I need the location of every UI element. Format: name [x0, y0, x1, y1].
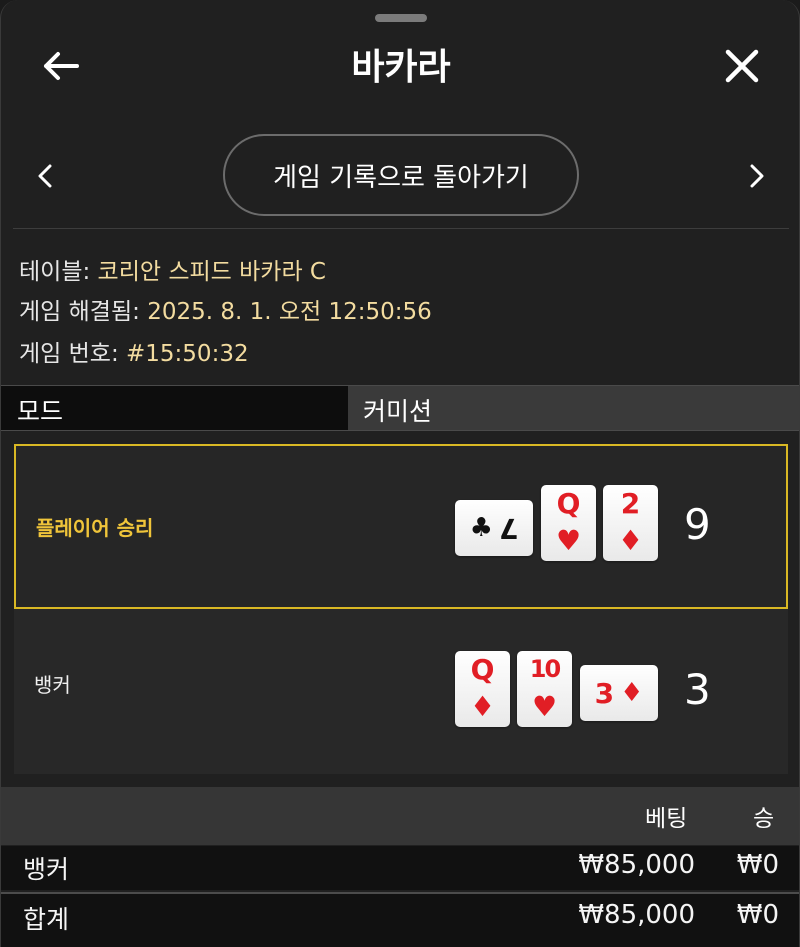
total-win-amount: ₩0 [736, 900, 779, 930]
player-card-3: 2 ♦ [603, 485, 658, 561]
table-value: 코리안 스피드 바카라 C [97, 259, 326, 285]
bets-table-header: 베팅 승 [1, 787, 799, 845]
player-score: 9 [684, 500, 711, 549]
table-info: 테이블: 코리안 스피드 바카라 C [19, 252, 326, 286]
previous-game-button[interactable] [23, 154, 67, 198]
game-number-value: #15:50:32 [126, 341, 249, 367]
resolved-info: 게임 해결됨: 2025. 8. 1. 오전 12:50:56 [19, 292, 432, 326]
table-row-total: 합계 ₩85,000 ₩0 [1, 892, 799, 947]
player-hand: 플레이어 승리 ♣ 7 Q ♥ 2 ♦ 9 [14, 444, 788, 609]
card-rank: Q [556, 487, 581, 520]
mode-label: 모드 [1, 386, 348, 430]
card-rank: 7 [498, 511, 519, 545]
diamond-icon: ♦ [469, 690, 496, 723]
banker-card-2: 10 ♥ [517, 651, 572, 727]
card-rank: 3 [594, 676, 615, 710]
bet-amount: ₩85,000 [578, 850, 695, 880]
heart-icon: ♥ [531, 690, 558, 723]
game-detail-sheet: 바카라 게임 기록으로 돌아가기 테이블: 코리안 스피드 바카라 C 게임 해… [0, 0, 800, 947]
game-number-info: 게임 번호: #15:50:32 [19, 334, 249, 368]
close-icon [725, 49, 759, 83]
win-column-header: 승 [753, 806, 775, 832]
back-button[interactable] [35, 40, 87, 92]
next-game-button[interactable] [735, 154, 779, 198]
card-rank: 2 [620, 487, 641, 520]
page-title: 바카라 [351, 47, 451, 88]
section-divider [13, 228, 789, 229]
table-row: 뱅커 ₩85,000 ₩0 [1, 846, 799, 890]
diamond-icon: ♦ [617, 524, 644, 557]
mode-row: 모드 커미션 [1, 385, 799, 431]
card-rank: Q [470, 653, 495, 686]
return-to-history-button[interactable]: 게임 기록으로 돌아가기 [223, 134, 579, 216]
banker-result-label: 뱅커 [34, 673, 71, 697]
chevron-left-icon [38, 164, 52, 188]
total-label: 합계 [23, 905, 70, 934]
bet-column-header: 베팅 [645, 806, 688, 832]
resolved-value: 2025. 8. 1. 오전 12:50:56 [147, 299, 432, 325]
close-button[interactable] [716, 40, 768, 92]
player-card-1: ♣ 7 [455, 500, 533, 556]
player-result-label: 플레이어 승리 [36, 516, 154, 540]
win-amount: ₩0 [736, 850, 779, 880]
table-label: 테이블: [19, 259, 91, 285]
bet-name: 뱅커 [23, 855, 70, 884]
banker-card-1: Q ♦ [455, 651, 510, 727]
mode-value: 커미션 [363, 397, 433, 426]
card-rank: 10 [529, 655, 561, 683]
resolved-label: 게임 해결됨: [19, 299, 140, 325]
player-card-2: Q ♥ [541, 485, 596, 561]
game-results: 플레이어 승리 ♣ 7 Q ♥ 2 ♦ 9 뱅커 Q ♦ 10 ♥ 3 ♦ 3 [14, 444, 788, 774]
banker-card-3: 3 ♦ [580, 665, 658, 721]
game-number-label: 게임 번호: [19, 341, 119, 367]
arrow-left-icon [44, 52, 79, 80]
drag-handle[interactable] [375, 14, 427, 22]
heart-icon: ♥ [555, 524, 582, 557]
total-bet-amount: ₩85,000 [578, 900, 695, 930]
banker-score: 3 [684, 665, 711, 714]
club-icon: ♣ [469, 513, 493, 543]
chevron-right-icon [750, 164, 764, 188]
banker-hand: 뱅커 Q ♦ 10 ♥ 3 ♦ 3 [14, 611, 788, 776]
diamond-icon: ♦ [620, 678, 644, 708]
